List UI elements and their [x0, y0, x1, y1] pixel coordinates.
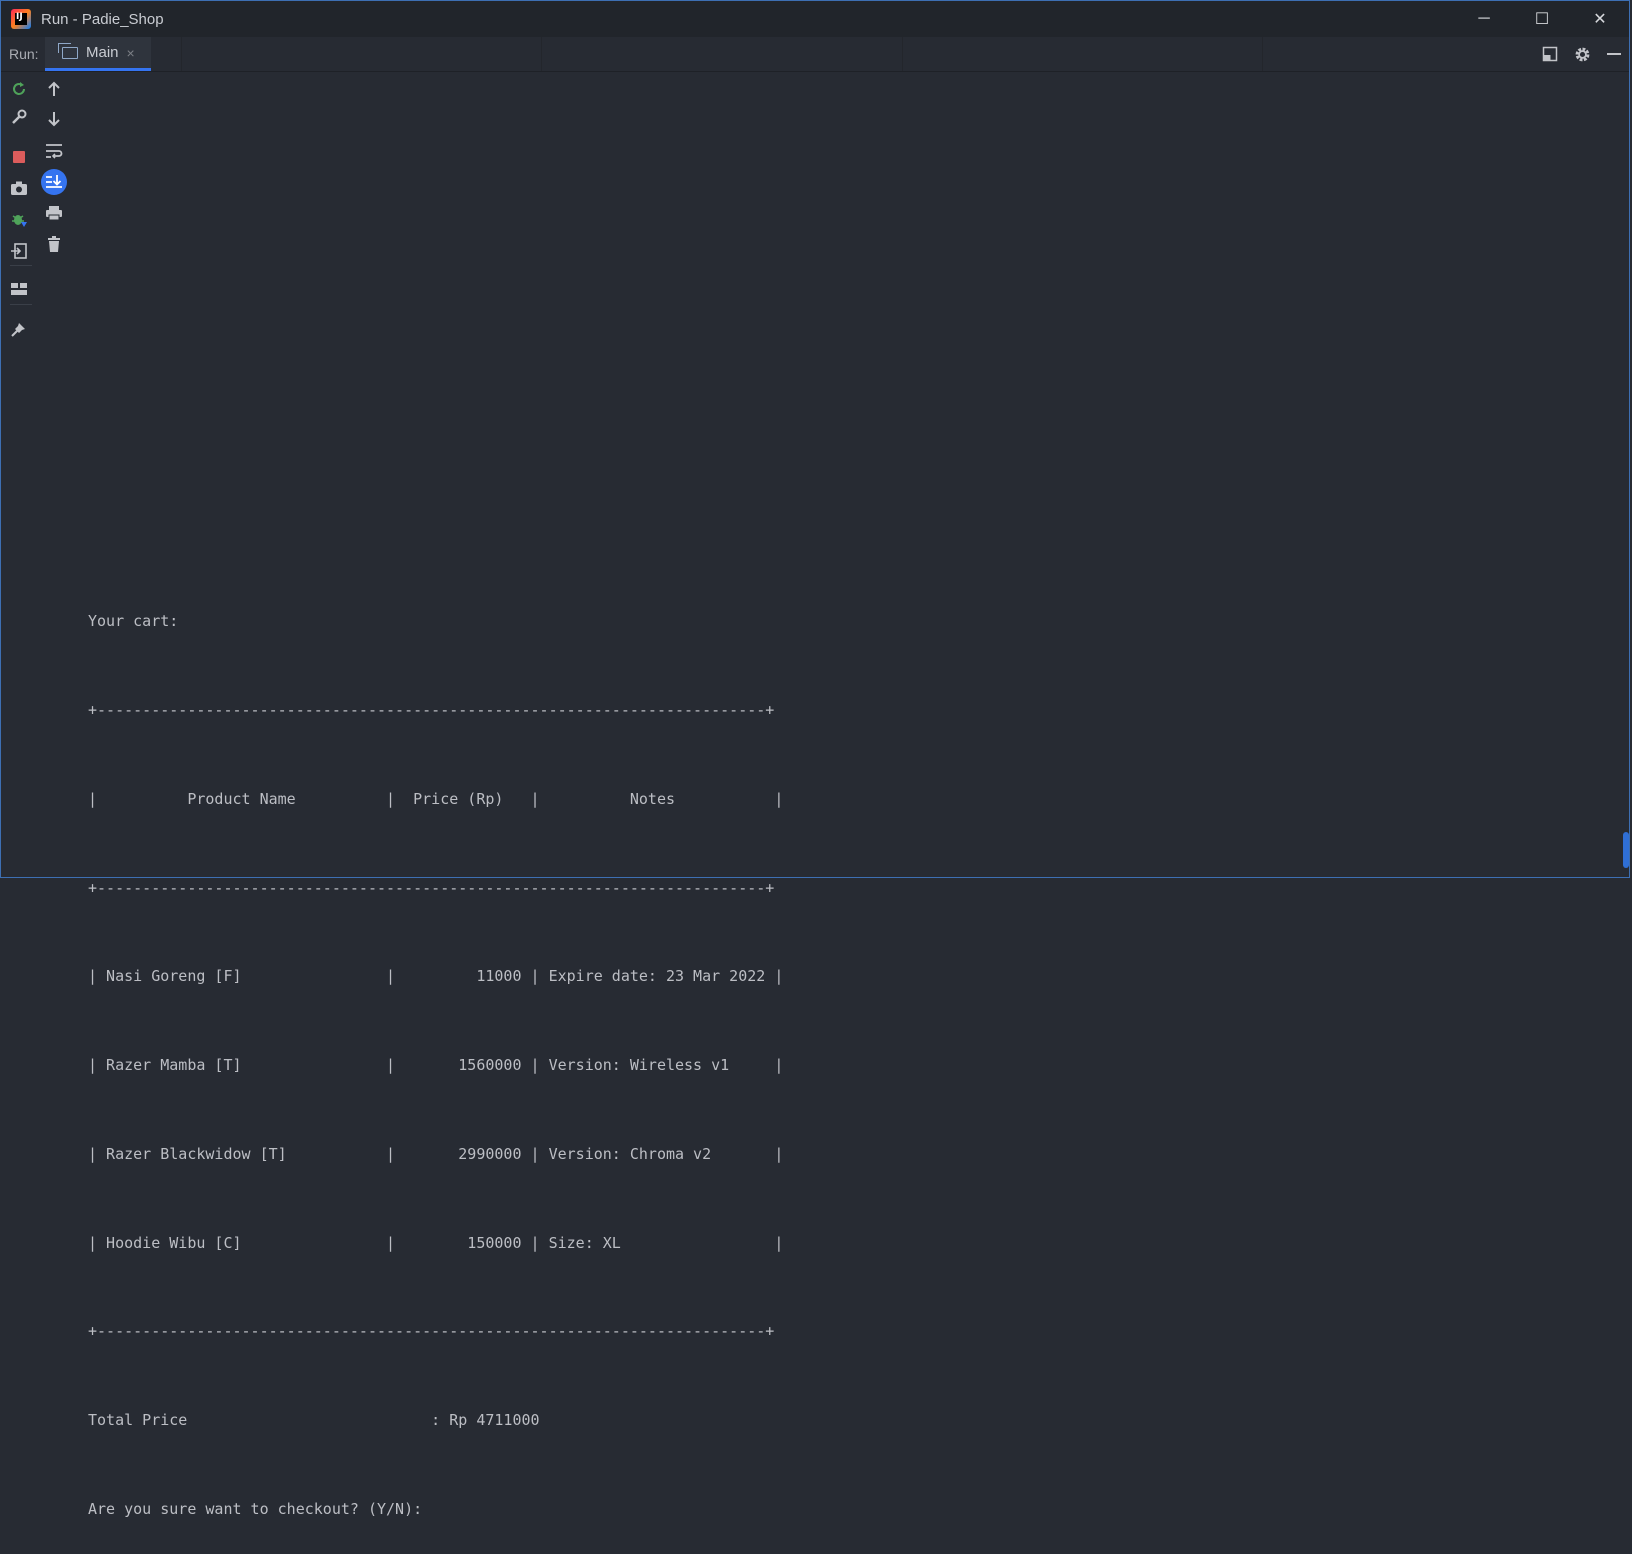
export-icon[interactable] [8, 240, 30, 262]
console-table-border: +---------------------------------------… [88, 700, 775, 719]
window-title: Run - Padie_Shop [41, 10, 164, 28]
camera-icon[interactable] [8, 177, 30, 199]
run-tool-window-header: Run: Main × [1, 37, 1629, 72]
tab-main[interactable]: Main × [45, 37, 151, 71]
console-scrollbar[interactable] [1623, 832, 1629, 868]
tab-separator [902, 37, 903, 71]
toolbar-divider [10, 265, 32, 266]
console-table-border: +---------------------------------------… [88, 878, 775, 897]
stop-icon[interactable] [8, 146, 30, 168]
tab-separator [1262, 37, 1263, 71]
rerun-icon[interactable] [8, 78, 30, 100]
up-arrow-icon[interactable] [43, 78, 65, 100]
down-arrow-icon[interactable] [43, 108, 65, 130]
edit-config-icon[interactable] [8, 106, 30, 128]
hide-icon[interactable] [1605, 45, 1623, 63]
window-controls: ─ ☐ ✕ [1455, 1, 1629, 37]
soft-wrap-icon[interactable] [43, 140, 65, 162]
intellij-logo-icon: IJ [11, 9, 31, 29]
console-table-row: | Razer Blackwidow [T] | 2990000 | Versi… [88, 1144, 784, 1163]
layout-icon[interactable] [1541, 45, 1559, 63]
tab-separator [181, 37, 182, 71]
console-table-row: | Hoodie Wibu [C] | 150000 | Size: XL | [88, 1233, 784, 1252]
tab-main-label: Main [86, 44, 119, 61]
console-tab-icon [58, 42, 78, 59]
console-table-header: | Product Name | Price (Rp) | Notes | [88, 789, 784, 808]
gear-icon[interactable] [1573, 45, 1591, 63]
title-bar: IJ Run - Padie_Shop ─ ☐ ✕ [1, 1, 1629, 37]
console-checkout-prompt[interactable]: Are you sure want to checkout? (Y/N): [88, 1495, 783, 1525]
header-tools [1541, 37, 1623, 71]
debug-rerun-icon[interactable] [8, 208, 30, 230]
console-total-price: Total Price : Rp 4711000 [88, 1411, 540, 1430]
console-line-heading: Your cart: [88, 612, 179, 631]
scroll-to-end-icon[interactable] [41, 169, 67, 195]
print-icon[interactable] [43, 202, 65, 224]
run-label: Run: [9, 46, 39, 62]
console-output[interactable]: Your cart: +----------------------------… [88, 548, 783, 1554]
trash-icon[interactable] [43, 233, 65, 255]
pin-icon[interactable] [8, 318, 30, 340]
console-table-row: | Razer Mamba [T] | 1560000 | Version: W… [88, 1056, 784, 1075]
minimize-button[interactable]: ─ [1455, 1, 1513, 37]
tab-close-icon[interactable]: × [127, 45, 135, 61]
toolbar-divider [10, 304, 32, 305]
tab-separator [541, 37, 542, 71]
layout-grid-icon[interactable] [8, 278, 30, 300]
maximize-button[interactable]: ☐ [1513, 1, 1571, 37]
console-table-border: +---------------------------------------… [88, 1322, 775, 1341]
console-table-row: | Nasi Goreng [F] | 11000 | Expire date:… [88, 967, 784, 986]
close-button[interactable]: ✕ [1571, 1, 1629, 37]
